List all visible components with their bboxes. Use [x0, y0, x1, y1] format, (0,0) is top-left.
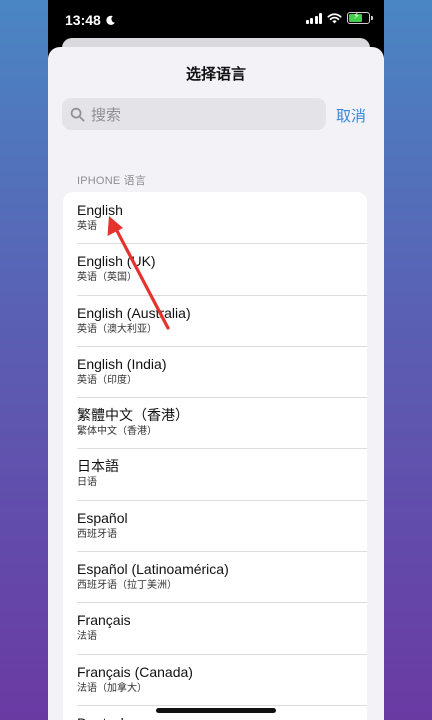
language-translation: 西班牙语 — [77, 528, 117, 540]
language-translation: 法语（加拿大） — [77, 682, 147, 694]
language-translation: 英语 — [77, 221, 97, 232]
cancel-button[interactable]: 取消 — [336, 105, 366, 126]
sheet-title: 选择语言 — [185, 66, 246, 83]
language-row[interactable]: Español 西班牙语 — [63, 499, 367, 551]
bolt-icon: ⚡ — [353, 11, 361, 22]
phone-screen: 13:48 ⚡ 选择语言 搜索 取消 IPHONE 语言 English 英语 … — [48, 0, 384, 720]
language-name: 日本語 — [77, 458, 119, 475]
language-row[interactable]: English (India) 英语（印度） — [63, 345, 367, 397]
language-row[interactable]: English (UK) 英语（英国） — [63, 243, 367, 294]
search-placeholder: 搜索 — [91, 106, 122, 124]
language-name: English (UK) — [77, 253, 156, 270]
language-translation: 法语 — [77, 631, 97, 643]
language-row[interactable]: English 英语 — [63, 192, 367, 243]
language-name: Français — [77, 612, 131, 629]
language-translation: 繁体中文（香港） — [77, 426, 157, 438]
time-label: 13:48 — [65, 12, 101, 28]
status-icons: ⚡ — [305, 11, 373, 24]
language-row[interactable]: Español (Latinoamérica) 西班牙语（拉丁美洲） — [63, 551, 367, 602]
home-indicator[interactable] — [156, 708, 276, 713]
language-translation: 英语（印度） — [77, 374, 137, 386]
language-sheet: 选择语言 搜索 取消 IPHONE 语言 English 英语 English (U… — [48, 47, 384, 720]
language-row[interactable]: Français (Canada) 法语（加拿大） — [63, 653, 367, 705]
search-icon — [70, 107, 85, 121]
signal-icon — [305, 12, 322, 24]
language-row[interactable]: 繁體中文（香港） 繁体中文（香港） — [63, 397, 367, 448]
language-translation: 英语（英国） — [77, 272, 137, 284]
search-input[interactable]: 搜索 — [62, 98, 326, 130]
language-name: 繁體中文（香港） — [77, 407, 189, 424]
language-name: Deutsch — [77, 715, 367, 720]
language-name: Español — [77, 509, 128, 526]
wifi-icon — [327, 12, 342, 24]
moon-icon — [106, 15, 115, 25]
language-row[interactable]: 日本語 日语 — [63, 448, 367, 499]
language-translation: 日语 — [77, 477, 97, 489]
status-time: 13:48 — [65, 12, 116, 28]
section-header: IPHONE 语言 — [77, 175, 147, 187]
language-translation: 英语（澳大利亚） — [77, 323, 157, 335]
status-bar: 13:48 ⚡ — [48, 0, 384, 40]
language-translation: 西班牙语（拉丁美洲） — [77, 580, 177, 592]
battery-charging-icon: ⚡ — [347, 11, 373, 24]
language-row[interactable]: English (Australia) 英语（澳大利亚） — [63, 294, 367, 346]
language-name: Español (Latinoamérica) — [77, 561, 229, 578]
language-name: Français (Canada) — [77, 663, 193, 680]
language-name: English (Australia) — [77, 304, 191, 321]
language-list: English 英语 English (UK) 英语（英国） English (Aust… — [63, 192, 367, 720]
language-name: English (India) — [77, 355, 167, 372]
language-row[interactable]: Français 法语 — [63, 602, 367, 653]
language-name: English — [77, 202, 123, 218]
